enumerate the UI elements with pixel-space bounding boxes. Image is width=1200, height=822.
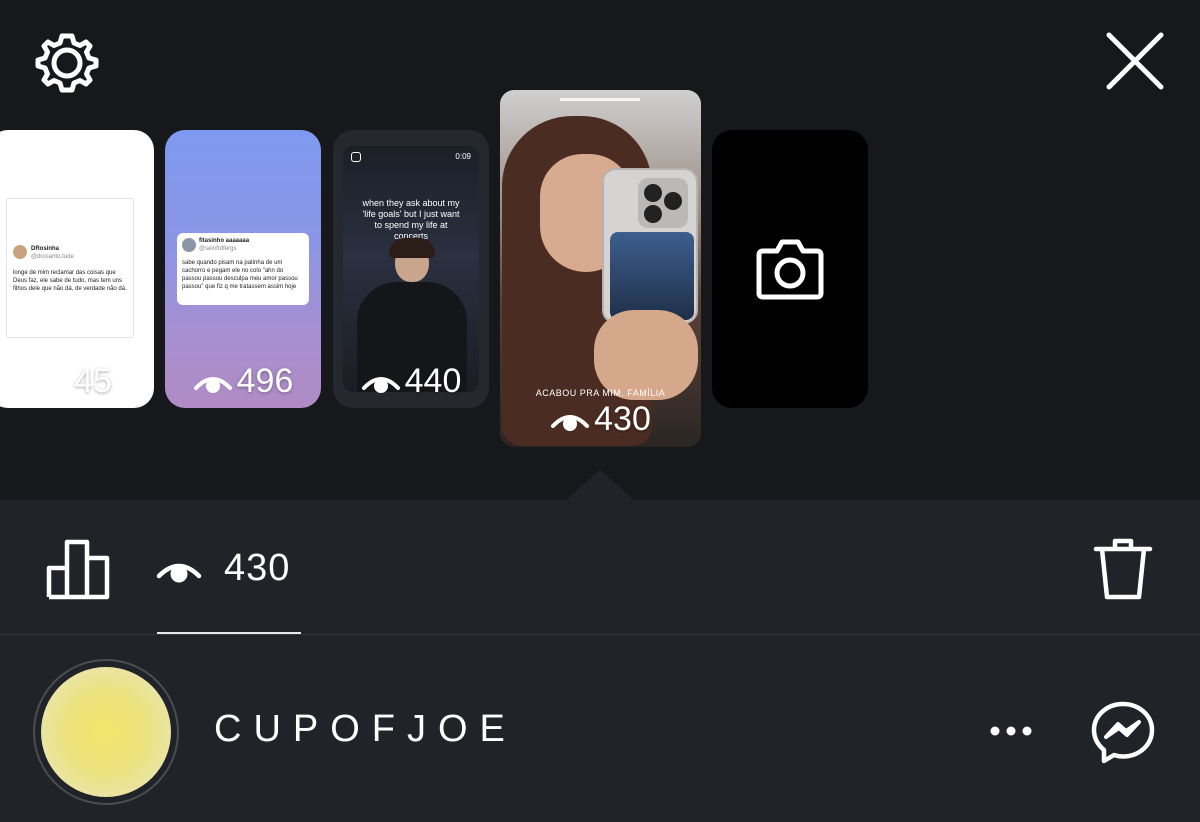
- story-timer: 0:09: [455, 152, 471, 161]
- bar-chart-icon: [46, 539, 110, 600]
- tweet-name: DRosinha: [31, 246, 60, 252]
- viewer-count[interactable]: 430: [224, 547, 290, 590]
- story-details-panel: [0, 500, 1200, 822]
- story-carousel: DRosinha @drosarito.tude longe de mim re…: [0, 0, 1200, 500]
- tweet-card: fitasinho aaaaaaa @seinfrdfergs sabe qua…: [177, 233, 309, 305]
- selection-pointer: [566, 470, 634, 500]
- phone: [602, 168, 698, 324]
- tweet-text: longe de mim reclamar das coisas que Deu…: [13, 270, 127, 292]
- close-icon: [1106, 32, 1164, 90]
- story-thumbnail-selected[interactable]: ACABOU PRA MIM. FAMÍLIA 430: [500, 90, 701, 447]
- story-view-count: 440: [333, 362, 489, 401]
- avatar-image: [41, 667, 171, 797]
- add-story-button[interactable]: [712, 130, 868, 408]
- tweet-handle: @drosarito.tude: [31, 254, 74, 260]
- tweet-name: fitasinho aaaaaaa: [199, 238, 250, 244]
- eye-icon: [156, 563, 202, 583]
- story-caption: ACABOU PRA MIM. FAMÍLIA: [535, 388, 666, 398]
- ceiling-light: [560, 98, 640, 101]
- story-view-count: 496: [165, 362, 321, 401]
- story-thumbnail[interactable]: 0:09 when they ask about my 'life goals'…: [333, 130, 489, 408]
- tweet-avatar: [13, 245, 27, 259]
- messenger-icon: [1091, 701, 1155, 764]
- active-tab-indicator: [157, 632, 301, 634]
- eye-icon: [361, 376, 400, 393]
- divider: [0, 634, 1200, 635]
- person-hair: [389, 238, 435, 258]
- tweet-handle: @seinfrdfergs: [199, 246, 237, 252]
- story-thumbnail[interactable]: fitasinho aaaaaaa @seinfrdfergs sabe qua…: [165, 130, 321, 408]
- camera-icon: [756, 239, 824, 300]
- close-button[interactable]: [1098, 24, 1172, 98]
- insights-button[interactable]: [44, 536, 112, 602]
- tweet-text: sabe quando pisam na patinha de um cacho…: [182, 260, 298, 290]
- eye-icon: [551, 414, 590, 431]
- camera-module: [638, 178, 688, 228]
- more-options-button[interactable]: [984, 716, 1038, 746]
- tweet-card: DRosinha @drosarito.tude longe de mim re…: [6, 198, 134, 338]
- username[interactable]: CUPOFJOE: [214, 708, 517, 751]
- delete-button[interactable]: [1091, 536, 1155, 602]
- phone-photo: [610, 232, 694, 320]
- story-thumbnail[interactable]: DRosinha @drosarito.tude longe de mim re…: [0, 130, 154, 408]
- eye-icon: [31, 376, 70, 393]
- reels-icon: [351, 152, 361, 162]
- settings-button[interactable]: [30, 26, 104, 100]
- viewers-tab[interactable]: [155, 552, 203, 588]
- more-icon: [990, 726, 1032, 736]
- eye-icon: [193, 376, 232, 393]
- story-image: 0:09 when they ask about my 'life goals'…: [343, 146, 479, 392]
- story-view-count: 45: [0, 362, 154, 401]
- trash-icon: [1093, 538, 1153, 600]
- story-caption: when they ask about my 'life goals' but …: [362, 198, 460, 241]
- avatar[interactable]: [33, 659, 179, 805]
- story-view-count: 430: [500, 400, 701, 439]
- send-message-button[interactable]: [1088, 698, 1158, 766]
- tweet-avatar: [182, 238, 196, 252]
- gear-icon: [35, 33, 99, 93]
